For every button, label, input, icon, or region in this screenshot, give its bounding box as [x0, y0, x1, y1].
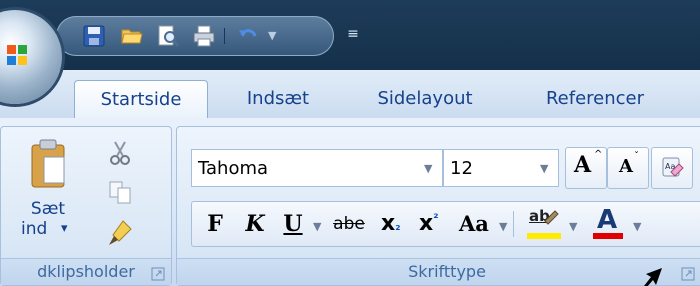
font-size-combobox[interactable]: 12 ▼	[443, 149, 559, 187]
tab-indsaet[interactable]: Indsæt	[232, 80, 324, 118]
text-highlight-button[interactable]: ab	[523, 205, 565, 241]
paste-label-line2: ind	[21, 219, 48, 239]
font-group: Tahoma ▼ 12 ▼ A ^ A ˇ Aa F K U ▼ abe x₂ …	[176, 126, 700, 286]
grow-font-caret-icon: ^	[594, 149, 603, 160]
font-group-label-text: Skrifttype	[408, 262, 486, 281]
underline-dropdown-icon[interactable]: ▼	[313, 220, 321, 233]
tab-startside[interactable]: Startside	[74, 80, 208, 119]
shrink-font-button[interactable]: A ˇ	[607, 147, 649, 189]
font-size-value: 12	[450, 158, 473, 179]
save-icon[interactable]	[82, 24, 106, 48]
font-size-dropdown-icon[interactable]: ▼	[540, 162, 548, 175]
mouse-pointer-icon	[644, 268, 662, 286]
grow-font-letter: A	[574, 152, 592, 178]
strikethrough-button[interactable]: abe	[327, 207, 371, 241]
italic-button[interactable]: K	[241, 207, 269, 241]
office-logo-icon	[7, 45, 27, 65]
grow-font-button[interactable]: A ^	[565, 147, 607, 189]
clipboard-dialog-launcher-icon[interactable]	[151, 267, 165, 281]
title-bar: ▼ ≡	[0, 0, 700, 70]
font-name-value: Tahoma	[198, 158, 269, 179]
customize-qat-icon[interactable]: ≡	[343, 24, 363, 44]
quick-access-toolbar: ▼	[56, 16, 334, 56]
scissors-icon[interactable]	[107, 139, 135, 167]
shrink-font-caret-icon: ˇ	[634, 151, 639, 162]
subscript-mark: ₂	[395, 219, 401, 233]
open-folder-icon[interactable]	[120, 24, 144, 48]
font-name-combobox[interactable]: Tahoma ▼	[191, 149, 443, 187]
paste-button[interactable]: Sæt ind ▾	[15, 133, 81, 251]
copy-icon[interactable]	[107, 179, 135, 207]
subscript-letter: x	[381, 211, 396, 236]
font-group-label: Skrifttype	[177, 258, 700, 285]
printer-icon[interactable]	[192, 24, 216, 48]
qat-separator	[224, 28, 225, 44]
superscript-mark: ²	[433, 211, 439, 225]
ribbon-body: Sæt ind ▾ dklipsholder Tahoma ▼ 12 ▼ A ^…	[0, 118, 700, 286]
tab-referencer[interactable]: Referencer	[530, 80, 660, 118]
undo-dropdown-icon[interactable]: ▼	[268, 29, 276, 42]
font-color-letter: A	[597, 205, 618, 235]
word-window: ▼ ≡ Startside Indsæt Sidelayout Referenc…	[0, 0, 700, 286]
clipboard-group-label-text: dklipsholder	[37, 262, 135, 281]
highlight-color-swatch	[527, 233, 561, 239]
paste-label-line1: Sæt	[30, 199, 66, 219]
font-dialog-launcher-icon[interactable]	[681, 267, 695, 281]
superscript-letter: x	[419, 211, 434, 236]
shrink-font-letter: A	[619, 156, 633, 177]
superscript-button[interactable]: x²	[419, 207, 453, 241]
text-highlight-dropdown-icon[interactable]: ▼	[569, 220, 577, 233]
format-separator	[513, 211, 514, 237]
underline-button[interactable]: U	[279, 207, 307, 241]
bold-button[interactable]: F	[201, 207, 229, 241]
clear-formatting-button[interactable]: Aa	[651, 147, 693, 189]
clipboard-group: Sæt ind ▾ dklipsholder	[0, 126, 172, 286]
change-case-dropdown-icon[interactable]: ▼	[499, 220, 507, 233]
ribbon-tabs: Startside Indsæt Sidelayout Referencer	[0, 70, 700, 119]
clipboard-group-label: dklipsholder	[1, 258, 171, 285]
change-case-button[interactable]: Aa	[459, 207, 501, 241]
font-color-swatch	[593, 233, 623, 239]
paste-dropdown-icon[interactable]: ▾	[61, 221, 68, 236]
font-color-button[interactable]: A	[587, 205, 629, 241]
tab-sidelayout[interactable]: Sidelayout	[360, 80, 490, 118]
clear-formatting-icon: Aa	[662, 157, 684, 177]
highlighter-pen-icon	[544, 210, 559, 225]
print-preview-icon[interactable]	[156, 24, 180, 48]
format-painter-icon[interactable]	[105, 217, 137, 249]
undo-icon[interactable]	[236, 24, 260, 48]
font-color-dropdown-icon[interactable]: ▼	[633, 220, 641, 233]
subscript-button[interactable]: x₂	[381, 207, 415, 241]
paste-icon	[31, 139, 65, 188]
font-name-dropdown-icon[interactable]: ▼	[424, 162, 432, 175]
